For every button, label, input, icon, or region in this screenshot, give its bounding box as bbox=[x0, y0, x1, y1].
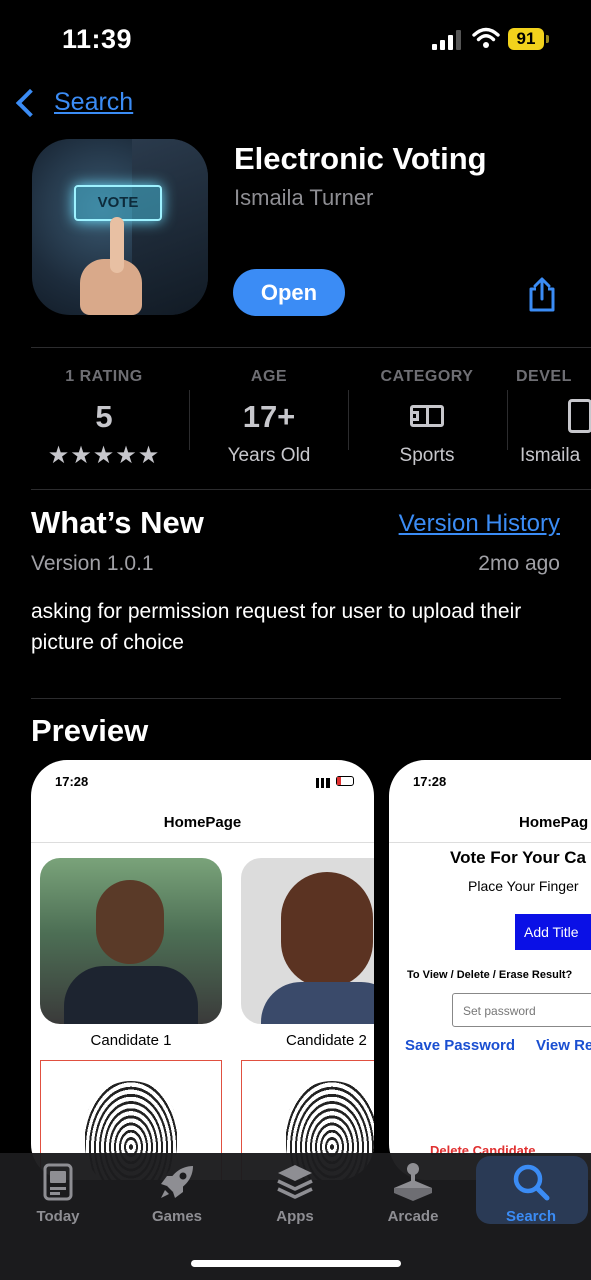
tab-label: Apps bbox=[276, 1208, 314, 1225]
release-age: 2mo ago bbox=[478, 552, 560, 575]
chevron-left-icon bbox=[15, 88, 45, 117]
back-label: Search bbox=[54, 88, 134, 116]
today-icon bbox=[43, 1163, 73, 1201]
app-icon: VOTE bbox=[32, 139, 208, 315]
person-icon bbox=[568, 399, 591, 433]
battery-level: 91 bbox=[508, 28, 544, 50]
vote-heading: Vote For Your Ca bbox=[450, 848, 587, 867]
divider bbox=[31, 347, 591, 348]
ratings-header: 1 RATING bbox=[65, 368, 143, 385]
back-button[interactable]: Search bbox=[12, 88, 133, 117]
divider bbox=[31, 842, 374, 843]
vote-badge: VOTE bbox=[74, 185, 162, 221]
preview-screenshot-2[interactable]: 17:28 HomePag Vote For Your Ca Place You… bbox=[389, 760, 591, 1180]
tab-label: Games bbox=[151, 1208, 203, 1225]
rocket-icon bbox=[161, 1166, 193, 1198]
category-value bbox=[352, 399, 502, 435]
version-history-link[interactable]: Version History bbox=[399, 510, 560, 538]
finger-graphic bbox=[110, 217, 124, 273]
save-password-link: Save Password bbox=[405, 1037, 516, 1054]
star-rating: ★★★★★ bbox=[47, 442, 161, 469]
screenshot-header: HomePage bbox=[163, 814, 242, 831]
soccer-field-icon bbox=[410, 405, 444, 427]
suit-graphic bbox=[132, 139, 208, 315]
tab-label: Arcade bbox=[387, 1208, 439, 1225]
divider bbox=[507, 390, 508, 450]
divider bbox=[389, 842, 591, 843]
joystick-icon bbox=[394, 1163, 432, 1201]
screenshot-time: 17:28 bbox=[55, 774, 89, 789]
tab-apps[interactable]: Apps bbox=[245, 1160, 345, 1225]
tab-games[interactable]: Games bbox=[127, 1160, 227, 1225]
divider bbox=[348, 390, 349, 450]
preview-title: Preview bbox=[31, 713, 149, 748]
age-header: AGE bbox=[250, 368, 288, 385]
divider bbox=[31, 489, 591, 490]
age-value: 17+ bbox=[242, 399, 296, 434]
face-graphic bbox=[281, 872, 373, 988]
tab-label: Today bbox=[36, 1208, 80, 1225]
age-sub: Years Old bbox=[227, 445, 311, 466]
info-ratings[interactable]: 1 RATING 5 ★★★★★ bbox=[29, 368, 179, 470]
candidate-photo-2 bbox=[241, 858, 374, 1024]
whats-new-title: What’s New bbox=[31, 505, 204, 540]
info-age[interactable]: AGE 17+ Years Old bbox=[194, 368, 344, 467]
battery-tip bbox=[546, 35, 549, 43]
screenshot-status-icons bbox=[316, 776, 356, 788]
open-button[interactable]: Open bbox=[233, 269, 345, 316]
category-header: CATEGORY bbox=[380, 368, 474, 385]
app-title: Electronic Voting bbox=[234, 141, 487, 176]
wifi-icon bbox=[472, 27, 500, 48]
developer-value bbox=[516, 399, 591, 435]
tab-label: Search bbox=[505, 1208, 557, 1225]
view-prompt: To View / Delete / Erase Result? bbox=[407, 969, 573, 981]
tab-search[interactable]: Search bbox=[481, 1160, 581, 1225]
divider bbox=[189, 390, 190, 450]
screenshot-header: HomePag bbox=[519, 814, 589, 831]
candidate-name: Candidate 1 bbox=[90, 1032, 172, 1049]
info-category[interactable]: CATEGORY Sports bbox=[352, 368, 502, 467]
status-time: 11:39 bbox=[62, 24, 133, 54]
developer-name[interactable]: Ismaila Turner bbox=[234, 185, 373, 211]
add-title-button: Add Title bbox=[515, 914, 591, 950]
sweater-graphic bbox=[64, 966, 198, 1024]
info-developer[interactable]: DEVEL Ismaila bbox=[516, 368, 591, 467]
view-result-link: View Re bbox=[536, 1037, 591, 1054]
share-icon[interactable] bbox=[526, 277, 558, 313]
release-notes: asking for permission request for user t… bbox=[31, 600, 522, 654]
version-label: Version 1.0.1 bbox=[31, 552, 154, 575]
preview-screenshot-1[interactable]: 17:28 HomePage Candidate 1 Candidate 2 bbox=[31, 760, 374, 1180]
home-indicator[interactable] bbox=[191, 1260, 401, 1267]
face-graphic bbox=[96, 880, 164, 964]
candidate-photo-1 bbox=[40, 858, 222, 1024]
tab-today[interactable]: Today bbox=[8, 1160, 108, 1225]
category-sub: Sports bbox=[399, 445, 455, 466]
developer-header: DEVEL bbox=[516, 368, 572, 385]
developer-sub: Ismaila bbox=[520, 445, 581, 466]
candidate-name: Candidate 2 bbox=[286, 1032, 367, 1049]
place-finger-text: Place Your Finger bbox=[468, 878, 579, 894]
layers-icon bbox=[277, 1165, 313, 1199]
ratings-value: 5 bbox=[95, 399, 113, 434]
shirt-graphic bbox=[261, 982, 374, 1024]
search-icon bbox=[513, 1164, 550, 1201]
divider bbox=[31, 698, 561, 699]
tab-arcade[interactable]: Arcade bbox=[363, 1160, 463, 1225]
screenshot-time: 17:28 bbox=[413, 774, 447, 789]
password-field: Set password bbox=[452, 993, 591, 1027]
cellular-signal-icon bbox=[432, 30, 462, 50]
